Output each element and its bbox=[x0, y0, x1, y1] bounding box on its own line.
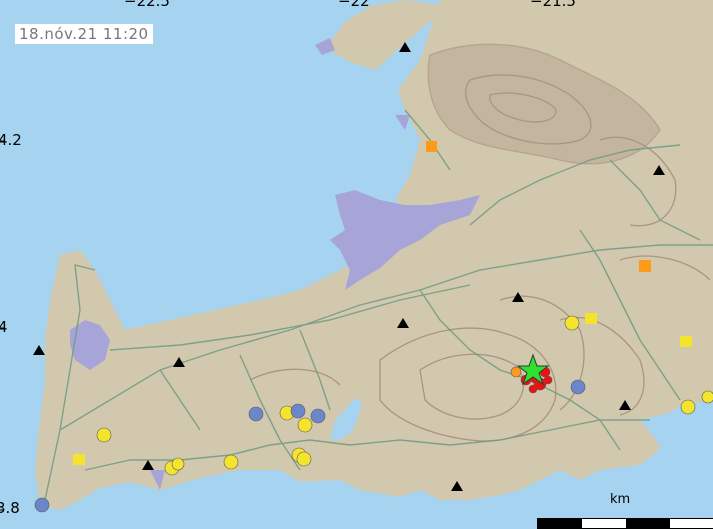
quake-blue bbox=[290, 403, 306, 419]
scale-bar bbox=[537, 518, 713, 529]
quake-square-yellow bbox=[585, 313, 597, 324]
latitude-label: 3.8 bbox=[0, 499, 20, 517]
quake-yellow bbox=[223, 454, 239, 470]
quake-yellow bbox=[701, 390, 713, 404]
quake-yellow bbox=[564, 315, 580, 331]
scale-bar-segment bbox=[538, 519, 582, 528]
quake-yellow bbox=[680, 399, 696, 415]
quake-square-yellow bbox=[680, 336, 692, 347]
quake-blue bbox=[570, 379, 586, 395]
quake-blue bbox=[34, 497, 50, 513]
quake-yellow bbox=[171, 457, 185, 471]
earthquake-map: 18.nóv.21 11:20 −22.5 −22 −21.5 4.2 4 3.… bbox=[0, 0, 713, 529]
quake-red bbox=[543, 375, 553, 385]
longitude-label: −22.5 bbox=[124, 0, 170, 10]
quake-yellow bbox=[296, 451, 312, 467]
quake-orange bbox=[510, 366, 522, 378]
latitude-label: 4 bbox=[0, 318, 8, 336]
quake-square-orange bbox=[639, 260, 651, 272]
quake-blue bbox=[248, 406, 264, 422]
quake-red bbox=[528, 384, 538, 394]
quake-square-orange bbox=[426, 141, 437, 152]
scale-unit-label: km bbox=[610, 492, 631, 507]
quake-square-yellow bbox=[73, 454, 85, 465]
longitude-label: −21.5 bbox=[530, 0, 576, 10]
longitude-label: −22 bbox=[338, 0, 370, 10]
map-canvas bbox=[0, 0, 713, 529]
quake-yellow bbox=[297, 417, 313, 433]
scale-bar-segment bbox=[626, 519, 670, 528]
timestamp-label: 18.nóv.21 11:20 bbox=[15, 24, 153, 44]
quake-blue bbox=[310, 408, 326, 424]
latitude-label: 4.2 bbox=[0, 131, 22, 149]
quake-yellow bbox=[96, 427, 112, 443]
